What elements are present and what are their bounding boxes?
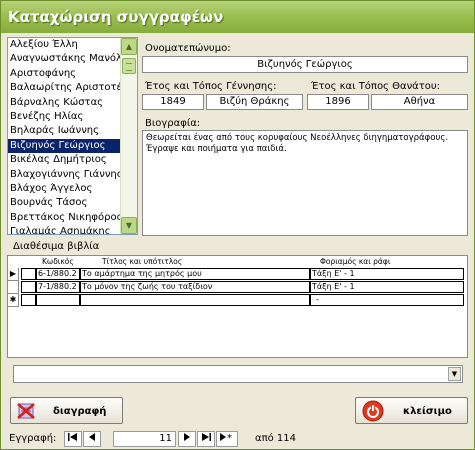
col-header-code[interactable]: Κωδικός xyxy=(42,256,74,267)
name-field[interactable]: Βιζυηνός Γεώργιος xyxy=(142,56,468,73)
list-item[interactable]: Γιαλαμάς Ασημάκης xyxy=(8,225,120,234)
authors-listbox[interactable]: Αλεξίου ΈλληΑναγνωστάκης ΜανόληςΑριστοφά… xyxy=(7,37,138,235)
book-shelf[interactable]: Τάξη Ε' - 1 xyxy=(310,268,464,281)
current-record-icon[interactable]: ▶ xyxy=(8,268,19,281)
delete-button[interactable]: διαγραφή xyxy=(10,397,123,424)
birth-label: Έτος και Τόπος Γέννησης: xyxy=(145,81,277,92)
row-selector[interactable] xyxy=(8,281,19,294)
table-row[interactable]: ▶ 6-1/880.2 Το αμάρτημα της μητρός μου Τ… xyxy=(8,268,467,281)
list-item[interactable]: Βλάχος Άγγελος xyxy=(8,182,120,196)
book-shelf[interactable]: Τάξη Ε' - 1 xyxy=(310,281,464,294)
next-record-button[interactable] xyxy=(178,431,196,447)
death-year-field[interactable]: 1896 xyxy=(307,94,369,110)
scrollbar-thumb[interactable] xyxy=(122,58,136,74)
list-item[interactable]: Αλεξίου Έλλη xyxy=(8,38,120,52)
name-label: Ονοματεπώνυμο: xyxy=(145,43,231,54)
last-record-icon xyxy=(202,433,211,441)
death-place-field[interactable]: Αθήνα xyxy=(371,94,468,110)
list-item[interactable]: Βηλαράς Ιωάννης xyxy=(8,124,120,138)
scroll-up-button[interactable]: ▲ xyxy=(121,38,137,55)
new-record-row[interactable]: ✱ - xyxy=(8,294,467,307)
record-total: από 114 xyxy=(255,433,296,444)
delete-button-label: διαγραφή xyxy=(53,406,107,417)
new-record-icon: * xyxy=(220,433,232,444)
authors-list-scrollbar[interactable]: ▲ ▼ xyxy=(120,38,137,234)
book-title[interactable]: Το αμάρτημα της μητρός μου xyxy=(80,268,310,281)
list-item[interactable]: Βαλαωρίτης Αριστοτέλης xyxy=(8,81,120,95)
filter-combobox[interactable]: ▼ xyxy=(13,365,463,383)
next-record-icon xyxy=(184,433,190,441)
record-label: Εγγραφή: xyxy=(9,433,57,444)
new-record-button[interactable]: * xyxy=(216,431,238,447)
first-record-icon xyxy=(68,433,77,441)
delete-record-icon xyxy=(17,403,35,419)
list-item[interactable]: Βρεττάκος Νικηφόρος xyxy=(8,211,120,225)
list-item[interactable]: Βικέλας Δημήτριος xyxy=(8,153,120,167)
list-item[interactable]: Βάρναλης Κώστας xyxy=(8,96,120,110)
birth-year-field[interactable]: 1849 xyxy=(142,94,204,110)
col-header-shelf[interactable]: Φοριαμός και ράφι xyxy=(320,256,390,267)
list-item[interactable]: Βιζυηνός Γεώργιος xyxy=(8,138,120,154)
close-button[interactable]: κλείσιμο xyxy=(355,397,468,424)
col-header-title[interactable]: Τίτλος και υπότιτλος xyxy=(102,256,182,267)
birth-place-field[interactable]: Βιζύη Θράκης xyxy=(206,94,303,110)
book-shelf-new[interactable]: - xyxy=(314,294,464,307)
record-number-field[interactable]: 11 xyxy=(113,431,176,447)
scroll-down-button[interactable]: ▼ xyxy=(121,217,137,234)
list-item[interactable]: Βουρνάς Τάσος xyxy=(8,196,120,210)
list-item[interactable]: Βενέζης Ηλίας xyxy=(8,110,120,124)
last-record-button[interactable] xyxy=(197,431,215,447)
death-label: Έτος και Τόπος Θανάτου: xyxy=(311,81,441,92)
books-grid[interactable]: Κωδικός Τίτλος και υπότιτλος Φοριαμός κα… xyxy=(7,255,468,358)
bio-line: Έγραψε και ποιήματα για παιδιά. xyxy=(146,144,287,154)
close-button-label: κλείσιμο xyxy=(403,406,452,417)
first-record-button[interactable] xyxy=(64,431,82,447)
bio-line: Θεωρείται ένας από τους κορυφαίους Νεοέλ… xyxy=(146,133,449,143)
table-row[interactable]: 7-1/880.2 Το μόνον της ζωής του ταξίδιον… xyxy=(8,281,467,294)
list-item[interactable]: Αριστοφάνης xyxy=(8,67,120,81)
previous-record-icon xyxy=(89,433,95,441)
power-off-icon xyxy=(362,400,384,422)
window-title: Καταχώριση συγγραφέων xyxy=(1,1,474,33)
books-label: Διαθέσιμα βιβλία xyxy=(13,241,100,252)
book-title[interactable]: Το μόνον της ζωής του ταξίδιον xyxy=(80,281,310,294)
new-record-marker-icon[interactable]: ✱ xyxy=(8,294,19,307)
list-item[interactable]: Βλαχογιάννης Γιάννης xyxy=(8,168,120,182)
book-code[interactable]: 6-1/880.2 xyxy=(36,268,80,281)
svg-text:*: * xyxy=(227,433,232,442)
bio-label: Βιογραφία: xyxy=(145,118,201,129)
list-item[interactable]: Αναγνωστάκης Μανόλης xyxy=(8,52,120,66)
chevron-down-icon[interactable]: ▼ xyxy=(448,367,461,381)
previous-record-button[interactable] xyxy=(83,431,101,447)
book-code[interactable]: 7-1/880.2 xyxy=(36,281,80,294)
bio-textarea[interactable]: Θεωρείται ένας από τους κορυφαίους Νεοέλ… xyxy=(142,130,468,236)
authors-form-window: Καταχώριση συγγραφέων Αλεξίου Έλλη Αναγνω… xyxy=(0,0,475,450)
